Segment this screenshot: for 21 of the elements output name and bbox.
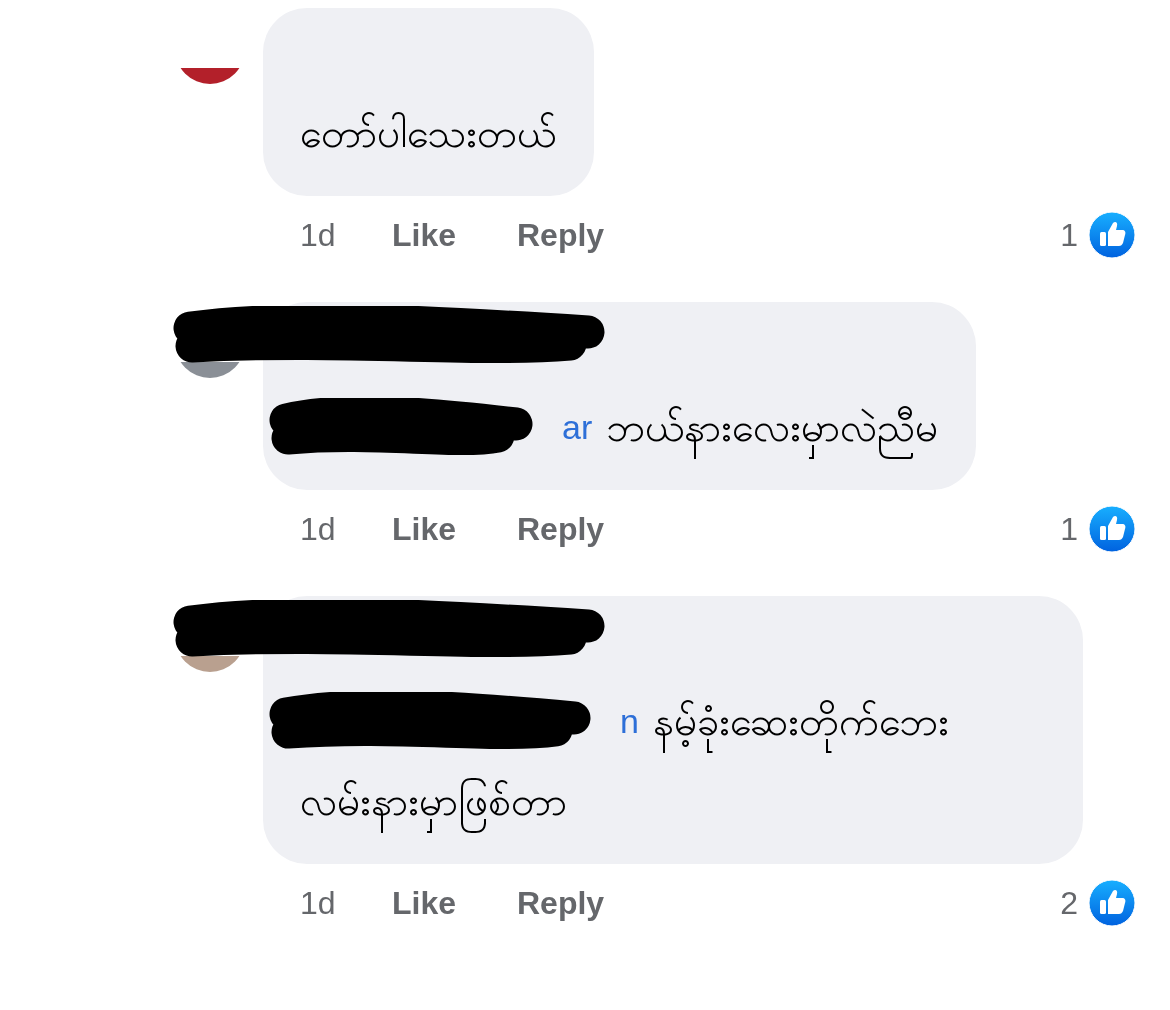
like-link[interactable]: Like: [392, 879, 517, 927]
timestamp: 1d: [300, 884, 337, 923]
comment-text: ဘယ်နားလေးမှာလဲညီမ: [606, 397, 939, 457]
reaction-count[interactable]: 1: [1060, 505, 1078, 553]
timestamp: 1d: [300, 216, 337, 255]
mention-link[interactable]: ar: [562, 401, 593, 453]
thumbs-up-icon[interactable]: [1088, 505, 1136, 553]
reaction-count[interactable]: 1: [1060, 211, 1078, 259]
comment-text: နမ့်ခုံးဆေးတိုက်ဘေး: [652, 691, 949, 751]
comment-text: လမ်းနားမှာဖြစ်တာ: [300, 771, 567, 831]
comment-text: တော်ပါသေးတယ်: [300, 110, 556, 157]
thumbs-up-icon[interactable]: [1088, 879, 1136, 927]
reply-link[interactable]: Reply: [517, 505, 605, 553]
thumbs-up-icon[interactable]: [1088, 211, 1136, 259]
like-link[interactable]: Like: [392, 505, 517, 553]
timestamp: 1d: [300, 510, 337, 549]
like-link[interactable]: Like: [392, 211, 517, 259]
reply-link[interactable]: Reply: [517, 211, 605, 259]
reaction-count[interactable]: 2: [1060, 879, 1078, 927]
reply-link[interactable]: Reply: [517, 879, 605, 927]
mention-link[interactable]: n: [620, 695, 639, 747]
